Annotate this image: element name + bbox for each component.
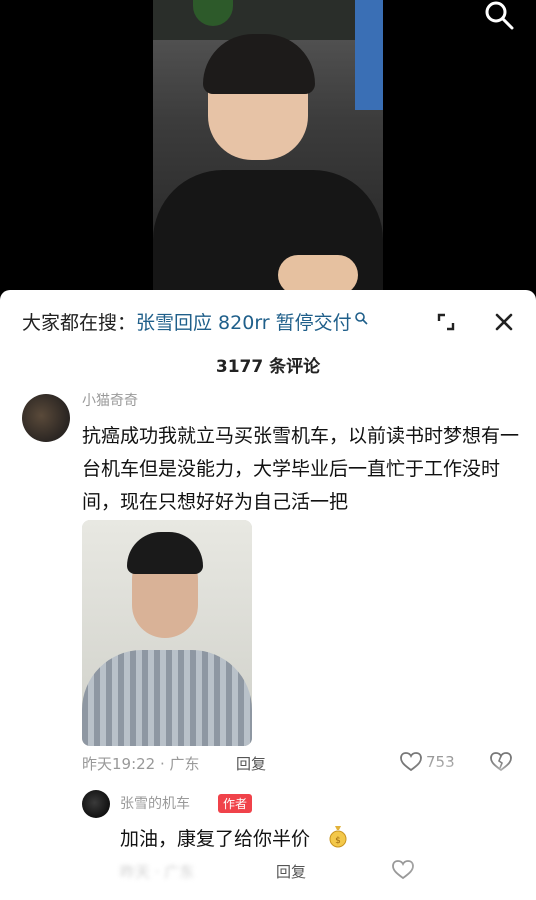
query-search-icon [354,312,368,325]
hand [278,255,358,295]
close-icon[interactable] [490,308,518,336]
comments-sheet: 大家都在搜：张雪回应 820rr 暂停交付 3177 条评论 小猫奇奇 抗癌成功… [0,290,536,900]
author-badge: 作者 [218,794,253,813]
photo-body [82,650,252,746]
video-player[interactable] [0,0,536,300]
video-frame [153,0,383,300]
comment-username[interactable]: 小猫奇奇 [82,390,138,410]
money-bag-icon: $ [329,826,347,848]
hair [203,34,315,94]
search-suggestion-bar[interactable]: 大家都在搜：张雪回应 820rr 暂停交付 [22,308,522,338]
search-query-link[interactable]: 张雪回应 820rr 暂停交付 [136,312,352,334]
comment-photo[interactable] [82,520,252,746]
reply-time-location: 昨天 · 广东 [120,863,195,881]
heart-icon[interactable] [392,860,414,880]
reply-username[interactable]: 张雪的机车 [120,793,190,813]
watermark-blur [420,770,536,900]
comment-count: 3177 条评论 [215,357,321,377]
person [153,34,383,300]
comment-time-location: 昨天19:22 · 广东 [82,755,200,773]
expand-icon[interactable] [432,308,460,336]
reply-button[interactable]: 回复 [236,753,266,774]
reply-text: 加油，康复了给你半价 [120,828,311,850]
reply-reply-button[interactable]: 回复 [276,861,306,882]
like-count: 753 [426,753,455,771]
search-icon[interactable] [484,0,514,30]
svg-text:$: $ [335,836,341,846]
comment-text: 抗癌成功我就立马买张雪机车，以前读书时梦想有一台机车但是没能力，大学毕业后一直忙… [82,425,520,513]
avatar[interactable] [22,394,70,442]
reply-avatar[interactable] [82,790,110,818]
broken-heart-icon[interactable] [488,752,514,772]
search-prefix: 大家都在搜： [22,312,137,334]
heart-icon[interactable] [400,752,422,772]
